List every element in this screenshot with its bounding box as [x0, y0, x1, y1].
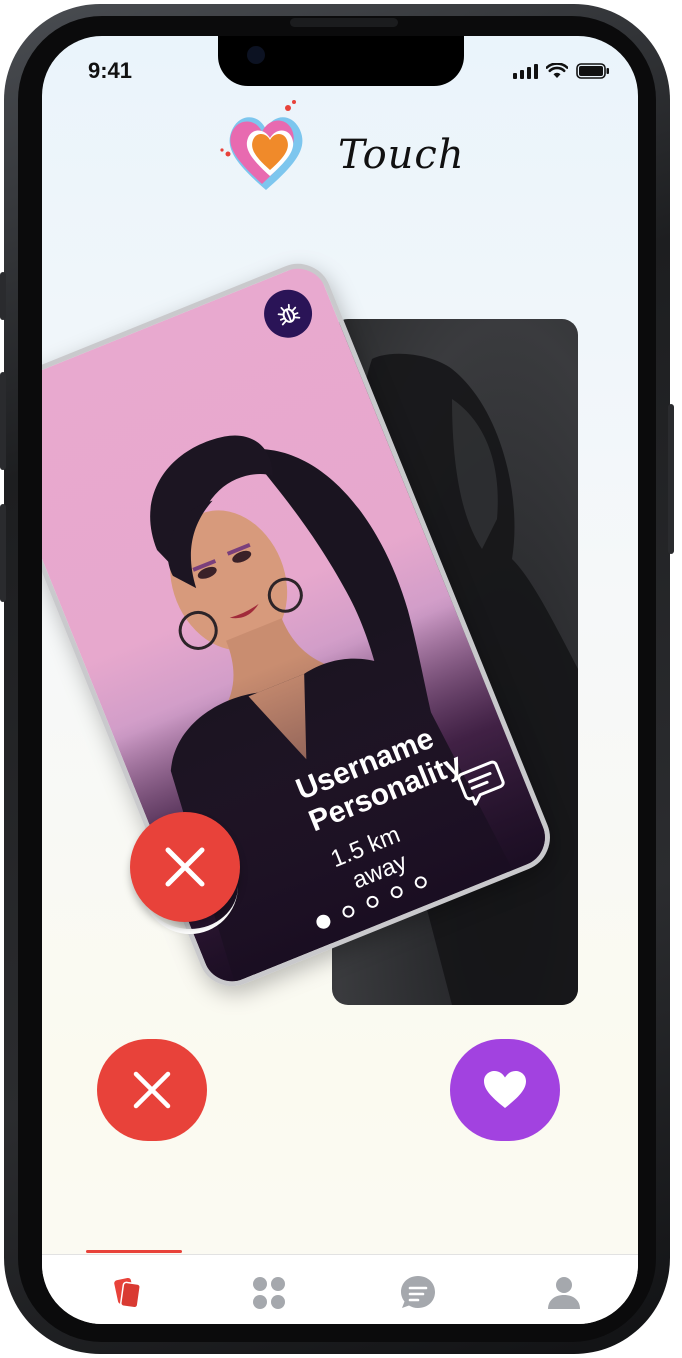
tab-messages[interactable] [398, 1273, 438, 1313]
cellular-signal-icon [513, 63, 538, 79]
tab-explore[interactable] [249, 1273, 289, 1313]
earpiece-speaker [290, 18, 398, 27]
volume-down-button [0, 504, 6, 602]
power-button [668, 404, 674, 554]
tab-cards[interactable] [108, 1273, 148, 1313]
front-camera [247, 46, 265, 64]
bottom-tab-bar [42, 1250, 638, 1324]
heart-logo-icon [220, 100, 303, 190]
notch [218, 36, 464, 86]
chat-icon [401, 1276, 435, 1308]
brand-name: Touch [338, 132, 465, 178]
close-icon [165, 847, 205, 887]
battery-icon [576, 63, 609, 79]
volume-up-button [0, 372, 6, 470]
grid-icon [253, 1277, 285, 1309]
reject-button[interactable] [97, 1039, 207, 1141]
cards-icon [114, 1277, 141, 1309]
close-icon [133, 1071, 171, 1109]
heart-icon [484, 1071, 526, 1108]
like-button[interactable] [450, 1039, 560, 1141]
status-time: 9:41 [88, 58, 133, 83]
active-tab-indicator [86, 1250, 182, 1253]
mute-switch [0, 272, 6, 320]
tab-profile[interactable] [544, 1273, 584, 1313]
status-icons [513, 63, 610, 79]
wifi-icon [546, 63, 568, 78]
swipe-reject-indicator [130, 812, 240, 922]
app-screen: 9:41 Touch Username Personality 1.5 km a… [42, 36, 638, 1324]
bug-icon [277, 303, 301, 326]
user-icon [548, 1277, 580, 1309]
